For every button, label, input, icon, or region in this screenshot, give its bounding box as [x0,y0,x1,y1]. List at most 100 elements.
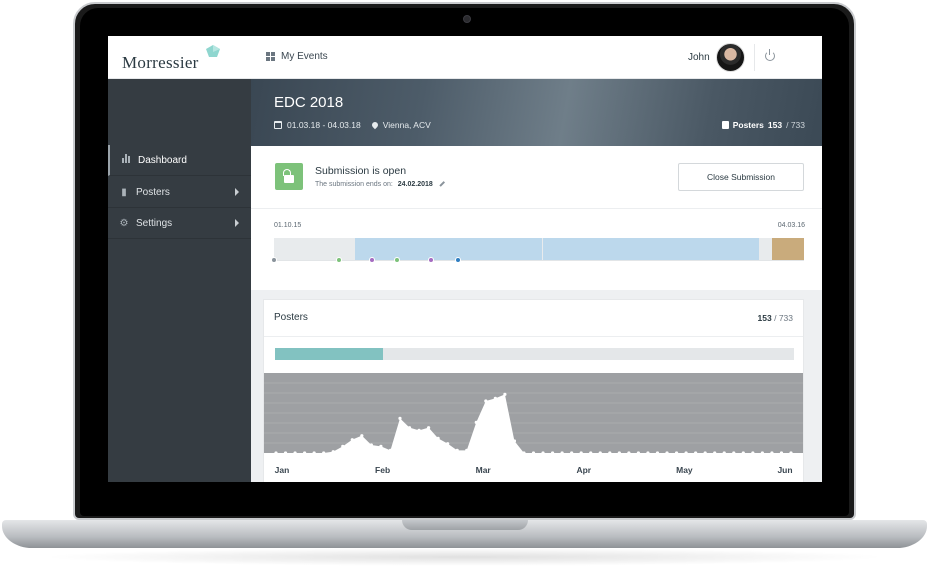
timeline-marker[interactable] [393,257,400,263]
chart-point [617,451,621,455]
posters-card-divider [264,336,803,337]
chart-point [732,451,736,455]
avatar[interactable] [716,43,745,72]
chart-point [550,451,555,455]
timeline-marker[interactable] [428,257,435,263]
chart-point [760,451,764,455]
bar-chart-icon [120,154,132,166]
chart-point [694,451,698,455]
chart-x-label: Jan [275,465,290,475]
posters-count-total: / 733 [774,313,793,323]
chart-point [665,451,669,455]
unlock-icon [275,163,303,190]
chart-x-label: Feb [375,465,390,475]
timeline-marker[interactable] [271,257,277,263]
chart-point [684,451,688,455]
edit-pencil-icon[interactable] [439,181,445,187]
chart-point [655,451,660,455]
chart-point [522,451,526,455]
event-banner: EDC 2018 01.03.18 - 04.03.18 Vienna, ACV… [251,79,822,146]
chart-x-label: Mar [476,465,492,475]
chart-point [293,451,297,455]
chart-x-label: Jun [777,465,792,475]
chart-point [589,451,593,455]
event-location: Vienna, ACV [382,120,431,130]
chart-point [484,399,488,403]
chart-point [417,428,421,432]
chart-point [598,451,602,455]
logo-mark-icon [206,45,220,57]
close-submission-button[interactable]: Close Submission [678,163,804,191]
submission-status: Submission is open [315,165,407,177]
chart-point [360,434,364,438]
chart-point [446,442,450,446]
chart-x-label: May [676,465,693,475]
chart-point [312,451,316,455]
sidebar-item-posters[interactable]: ▮ Posters [108,177,251,208]
chart-point [770,451,774,455]
logo[interactable]: Morressier [122,53,199,73]
posters-chart: Jan Feb Mar Apr May Jun [264,373,803,475]
calendar-icon [274,121,282,129]
submission-timeline [274,238,804,260]
chevron-right-icon [235,219,239,227]
event-posters-label: Posters [732,120,764,130]
submission-panel: Submission is open The submission ends o… [251,146,822,290]
posters-progress-bar [275,348,794,360]
chart-point [303,451,307,455]
chart-point [407,426,412,430]
laptop-shadow [40,548,889,566]
chart-point [274,451,278,455]
chart-point [703,451,707,455]
chart-point [608,451,612,455]
chart-point [779,451,784,455]
event-posters-number: 153 [767,120,783,130]
nav-my-events[interactable]: My Events [266,51,328,62]
posters-card-title: Posters [274,312,308,323]
sidebar-item-settings[interactable]: ⚙ Settings [108,208,251,239]
chart-point [503,392,507,396]
timeline-end-date: 04.03.16 [777,222,805,229]
location-pin-icon [370,120,379,130]
sidebar-item-dashboard[interactable]: Dashboard [108,145,251,176]
chart-point [674,451,679,455]
chart-point [560,451,564,455]
power-icon[interactable] [765,49,775,61]
chart-point [283,451,288,455]
chart-point [341,444,345,448]
posters-card: Posters 153 / 733 Jan Feb Mar Apr May Jun [263,299,804,482]
event-dates: 01.03.18 - 04.03.18 [287,120,361,130]
submission-ends-date: 24.02.2018 [397,181,433,188]
chart-point [369,443,373,447]
chart-point [636,451,641,455]
timeline-marker[interactable] [454,257,461,263]
chart-point [426,426,431,430]
chart-point [713,451,717,455]
grid-icon [266,52,275,61]
event-meta: 01.03.18 - 04.03.18 Vienna, ACV [274,120,431,130]
chart-x-label: Apr [576,465,591,475]
posters-count-number: 153 [757,313,772,323]
chart-point [751,451,755,455]
chart-point [379,444,383,448]
chart-point [722,451,726,455]
timeline-axis [274,260,804,261]
timeline-marker[interactable] [335,257,342,263]
user-name[interactable]: John [688,52,710,63]
top-bar: Morressier My Events John [108,36,822,79]
sidebar-item-label: Settings [136,217,173,229]
gear-icon: ⚙ [119,217,129,229]
chart-point [474,420,478,424]
submission-ends-label: The submission ends on: [315,181,393,188]
event-posters-total: / 733 [786,120,805,130]
timeline-marker[interactable] [369,257,376,263]
event-title: EDC 2018 [274,94,344,111]
topbar-divider [754,44,755,71]
chart-point [570,451,574,455]
sidebar: Dashboard ▮ Posters ⚙ Settings [108,79,251,482]
chart-point [436,436,440,440]
timeline-segment [543,238,759,260]
chart-point [398,416,402,420]
timeline-segment [772,238,804,260]
submission-end-info: The submission ends on: 24.02.2018 [315,181,445,188]
